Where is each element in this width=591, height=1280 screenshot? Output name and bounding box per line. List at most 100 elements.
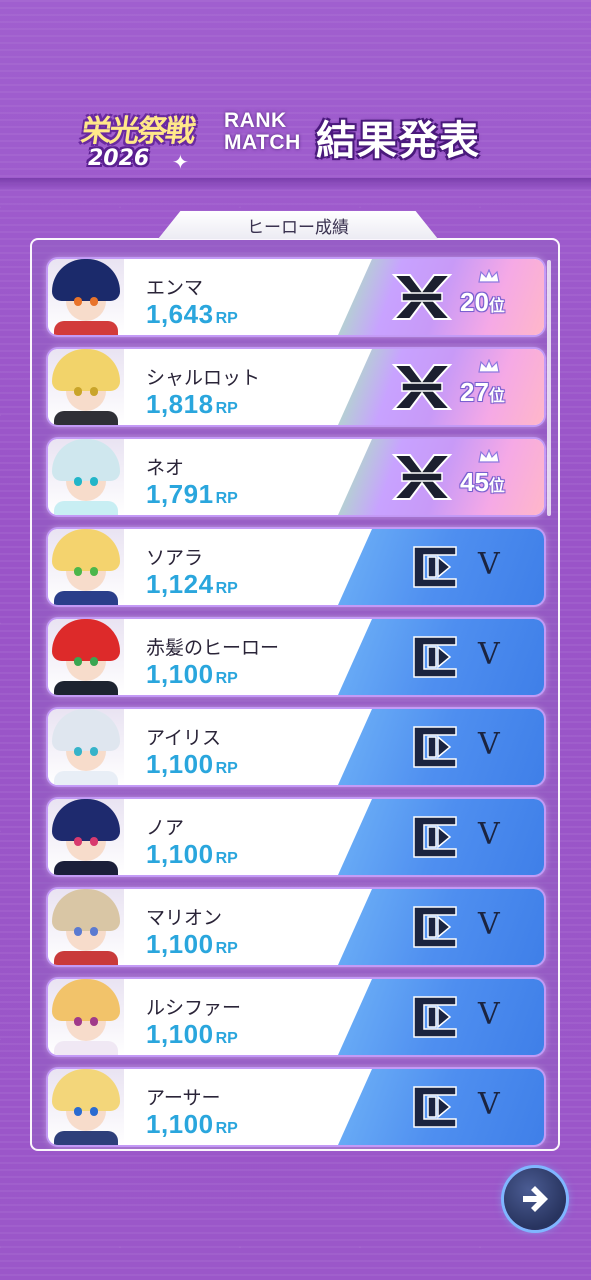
hero-name: シャルロット [146, 367, 261, 389]
hero-rp-value: 1,100 [146, 839, 214, 869]
avatar-eye [90, 297, 98, 306]
avatar-eye [90, 837, 98, 846]
rank-master-emblem-icon [413, 906, 457, 948]
hero-row[interactable]: シャルロット 1,818 RP 27位 [48, 349, 544, 425]
event-logo: 栄光祭戦 2026 ✦ [76, 106, 206, 186]
hero-row[interactable]: アーサー 1,100 RP V [48, 1069, 544, 1145]
event-logo-year: 2026 [88, 146, 150, 171]
next-button[interactable] [504, 1168, 566, 1230]
rank-place-number: 27 [460, 377, 489, 407]
rank-badge: V [338, 799, 544, 875]
rank-place-unit: 位 [488, 298, 505, 315]
hero-name: エンマ [146, 277, 204, 299]
hero-rp-value: 1,100 [146, 749, 214, 779]
avatar-eye [90, 1017, 98, 1026]
avatar-body [54, 411, 118, 425]
hero-rp: 1,100 RP [146, 839, 238, 870]
hero-row[interactable]: 赤髪のヒーロー 1,100 RP V [48, 619, 544, 695]
avatar-eye [74, 477, 82, 486]
avatar-eye [74, 387, 82, 396]
panel-tab: ヒーロー成績 [158, 211, 438, 239]
hero-rp: 1,100 RP [146, 929, 238, 960]
rank-place: 20位 [460, 287, 505, 318]
avatar-body [54, 951, 118, 965]
page-title: 結果発表 [316, 118, 480, 164]
avatar-body [54, 681, 118, 695]
hero-rp-unit: RP [215, 1030, 238, 1047]
rank-badge: 27位 [338, 349, 544, 425]
hero-rp-unit: RP [215, 760, 238, 777]
avatar-eye [74, 1017, 82, 1026]
hero-avatar [48, 529, 124, 605]
crown-icon [478, 269, 500, 283]
avatar-body [54, 501, 118, 515]
avatar-body [54, 1131, 118, 1145]
tier-label: V [478, 727, 500, 762]
crown-icon [478, 359, 500, 373]
rank-master-emblem-icon [413, 816, 457, 858]
avatar-eye [90, 657, 98, 666]
tier-label: V [478, 1087, 500, 1122]
hero-name: アイリス [146, 727, 222, 749]
avatar-eye [90, 477, 98, 486]
rank-master-emblem-icon [413, 636, 457, 678]
avatar-hair [52, 709, 120, 751]
rank-master-emblem-icon [413, 996, 457, 1038]
avatar-body [54, 1041, 118, 1055]
hero-avatar [48, 259, 124, 335]
hero-row[interactable]: ネオ 1,791 RP 45位 [48, 439, 544, 515]
hero-avatar [48, 709, 124, 785]
avatar-eye [90, 567, 98, 576]
avatar-hair [52, 619, 120, 661]
avatar-hair [52, 259, 120, 301]
tier-label: V [478, 637, 500, 672]
arrow-right-icon [523, 1186, 548, 1212]
avatar-body [54, 591, 118, 605]
hero-rp-unit: RP [215, 490, 238, 507]
hero-rp-unit: RP [215, 850, 238, 867]
hero-rp-unit: RP [215, 400, 238, 417]
panel-tab-label: ヒーロー成績 [247, 217, 349, 238]
avatar-eye [90, 927, 98, 936]
avatar-hair [52, 799, 120, 841]
rank-match-label: RANK MATCH [224, 110, 301, 154]
avatar-eye [74, 927, 82, 936]
hero-row[interactable]: ルシファー 1,100 RP V [48, 979, 544, 1055]
hero-rp-unit: RP [215, 580, 238, 597]
avatar-eye [90, 747, 98, 756]
hero-row[interactable]: エンマ 1,643 RP 20位 [48, 259, 544, 335]
avatar-hair [52, 979, 120, 1021]
hero-avatar [48, 1069, 124, 1145]
rank-master-emblem-icon [413, 1086, 457, 1128]
avatar-eye [90, 1107, 98, 1116]
rank-badge: 45位 [338, 439, 544, 515]
hero-rp: 1,818 RP [146, 389, 238, 420]
header-divider [0, 178, 591, 190]
rank-x-emblem-icon [391, 274, 453, 320]
hero-rp-value: 1,100 [146, 1019, 214, 1049]
hero-row[interactable]: ソアラ 1,124 RP V [48, 529, 544, 605]
rank-master-emblem-icon [413, 546, 457, 588]
hero-row[interactable]: ノア 1,100 RP V [48, 799, 544, 875]
tier-label: V [478, 997, 500, 1032]
avatar-eye [74, 1107, 82, 1116]
avatar-eye [74, 567, 82, 576]
rank-match-line1: RANK [224, 109, 287, 132]
rank-match-line2: MATCH [224, 131, 301, 154]
sparkle-icon: ✦ [172, 150, 189, 174]
avatar-hair [52, 1069, 120, 1111]
hero-rp: 1,643 RP [146, 299, 238, 330]
hero-row[interactable]: マリオン 1,100 RP V [48, 889, 544, 965]
rank-badge: V [338, 619, 544, 695]
rank-place-unit: 位 [488, 478, 505, 495]
header: 栄光祭戦 2026 ✦ RANK MATCH 結果発表 [0, 90, 591, 190]
avatar-hair [52, 529, 120, 571]
rank-place-unit: 位 [488, 388, 505, 405]
hero-row[interactable]: アイリス 1,100 RP V [48, 709, 544, 785]
tier-label: V [478, 547, 500, 582]
hero-name: ルシファー [146, 997, 242, 1019]
rank-place-number: 20 [460, 287, 489, 317]
rank-master-emblem-icon [413, 726, 457, 768]
hero-rp-unit: RP [215, 1120, 238, 1137]
scrollbar[interactable] [547, 260, 551, 516]
